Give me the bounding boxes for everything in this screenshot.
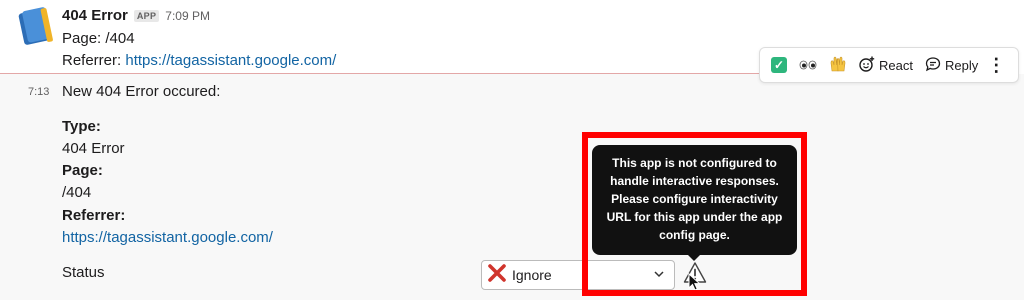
followup-timestamp[interactable]: 7:13	[28, 86, 49, 98]
referrer-field-label: Referrer:	[62, 207, 126, 224]
referrer-label: Referrer:	[62, 52, 126, 69]
raised-hands-icon	[829, 55, 847, 76]
add-reaction-icon	[859, 56, 875, 75]
page-label: Page:	[62, 162, 103, 179]
reply-label: Reply	[944, 57, 979, 73]
referrer-link[interactable]: https://tagassistant.google.com/	[125, 52, 336, 69]
app-badge: APP	[133, 9, 160, 22]
referrer-field-link[interactable]: https://tagassistant.google.com/	[62, 229, 273, 246]
highlight-frame	[582, 132, 807, 296]
sender-name[interactable]: 404 Error	[62, 7, 128, 24]
more-actions-button[interactable]: ⋮	[985, 51, 1007, 79]
message-time[interactable]: 7:09 PM	[165, 9, 210, 23]
message-actions-toolbar: ✓ React Reply ⋮	[759, 47, 1019, 83]
referrer-line: Referrer: https://tagassistant.google.co…	[62, 52, 336, 69]
eyes-icon	[799, 58, 817, 73]
reply-button[interactable]: Reply	[920, 51, 983, 79]
checkmark-icon: ✓	[771, 57, 787, 73]
message-divider	[0, 73, 760, 74]
reply-icon	[925, 56, 941, 75]
react-raised-hands-button[interactable]	[824, 51, 852, 79]
page-line: Page: /404	[62, 30, 135, 47]
more-vertical-icon: ⋮	[987, 54, 1006, 75]
react-button[interactable]: React	[854, 51, 918, 79]
react-label: React	[879, 57, 913, 73]
page-value: /404	[62, 184, 92, 201]
react-check-button[interactable]: ✓	[766, 51, 792, 79]
followup-title: New 404 Error occured:	[62, 83, 221, 100]
type-label: Type:	[62, 118, 101, 135]
react-eyes-button[interactable]	[794, 51, 822, 79]
type-value: 404 Error	[62, 140, 125, 157]
app-avatar[interactable]	[18, 6, 54, 46]
message-header: 404 Error APP 7:09 PM	[62, 7, 210, 24]
cross-mark-icon	[488, 264, 512, 286]
status-label: Status	[62, 264, 105, 281]
